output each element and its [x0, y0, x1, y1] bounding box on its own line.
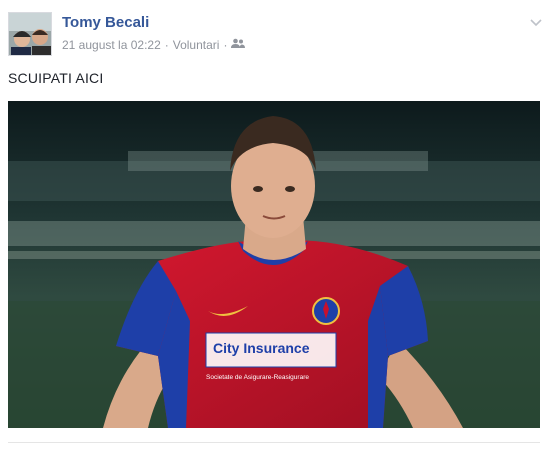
- post-status-text: SCUIPATI AICI: [8, 70, 104, 86]
- location-link[interactable]: Voluntari: [173, 38, 220, 52]
- friends-icon[interactable]: [231, 38, 246, 52]
- meta-separator-2: ·: [223, 38, 228, 52]
- jersey-sponsor-text: City Insurance: [213, 340, 310, 356]
- chevron-down-icon: [530, 19, 542, 27]
- post-timestamp-link[interactable]: 21 august la 02:22: [62, 38, 161, 52]
- post-meta: 21 august la 02:22 · Voluntari ·: [62, 38, 246, 52]
- post-options-button[interactable]: [530, 14, 542, 32]
- post-photo[interactable]: City Insurance Societate de Asigurare-Re…: [8, 101, 540, 428]
- avatar-image: [9, 13, 51, 55]
- author-name-link[interactable]: Tomy Becali: [62, 14, 149, 31]
- author-avatar[interactable]: [8, 12, 52, 56]
- jersey-sponsor-subtext: Societate de Asigurare-Reasigurare: [206, 374, 309, 381]
- meta-separator: ·: [164, 38, 169, 52]
- post-footer-divider: [8, 442, 540, 443]
